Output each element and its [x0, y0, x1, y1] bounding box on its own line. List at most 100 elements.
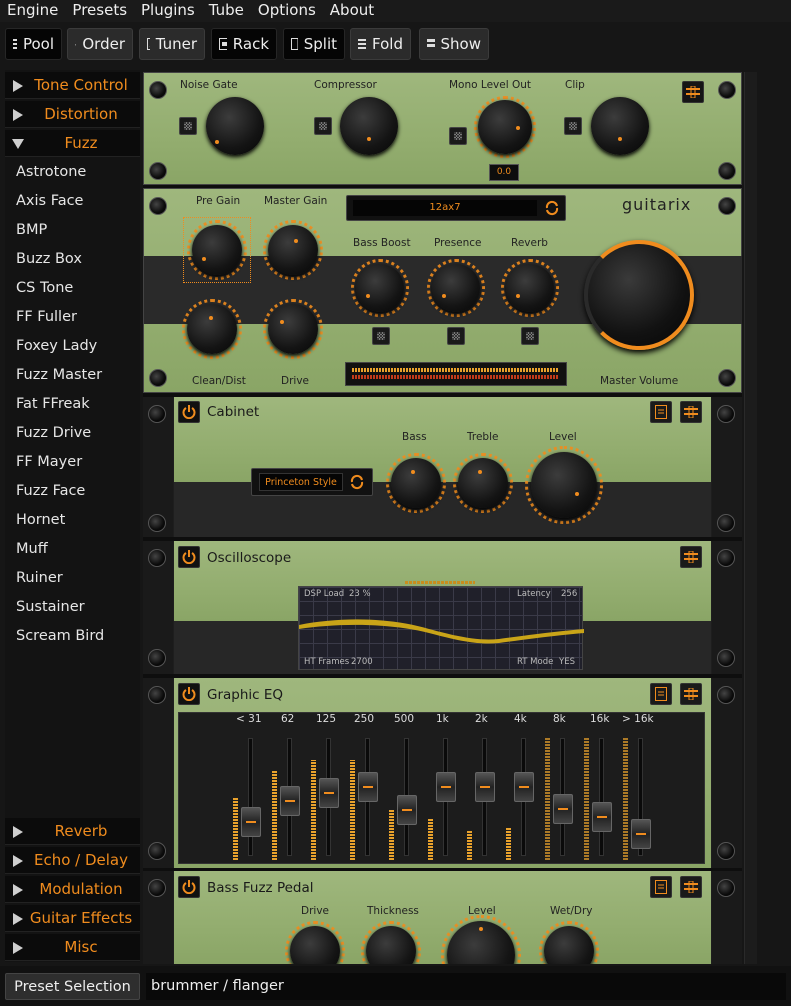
mono-level-toggle[interactable] — [449, 127, 467, 145]
order-label: Order — [82, 35, 125, 53]
pool-button[interactable]: Pool — [5, 28, 62, 60]
cabinet-bass-label: Bass — [402, 431, 427, 443]
eq-preset-button[interactable] — [650, 683, 672, 705]
noise-gate-toggle[interactable] — [179, 117, 197, 135]
category-tone-control[interactable]: Tone Control — [5, 72, 140, 99]
cabinet-bass-knob[interactable] — [391, 458, 441, 508]
eq-fader-250[interactable] — [358, 772, 378, 802]
eq-fader-31[interactable] — [241, 807, 261, 837]
tube-selector[interactable]: 12ax7 — [346, 195, 566, 221]
eq-menu-button[interactable] — [680, 683, 702, 705]
order-button[interactable]: Order — [67, 28, 133, 60]
plugin-item-fat-ffreak[interactable]: Fat FFreak — [16, 393, 90, 415]
dsp-load-value: 23 % — [349, 589, 371, 599]
menu-plugins[interactable]: Plugins — [134, 0, 202, 22]
fold-button[interactable]: Fold — [350, 28, 411, 60]
eq-fader-16k[interactable] — [592, 802, 612, 832]
screw-icon — [718, 162, 736, 180]
mono-menu-button[interactable] — [682, 81, 704, 103]
show-button[interactable]: Show — [419, 28, 489, 60]
clean-dist-knob[interactable] — [187, 304, 237, 354]
cabinet-menu-button[interactable] — [680, 401, 702, 423]
plugin-item-fuzz-master[interactable]: Fuzz Master — [16, 364, 102, 386]
plugin-item-hornet[interactable]: Hornet — [16, 509, 65, 531]
reverb-toggle[interactable] — [521, 327, 539, 345]
plugin-item-ff-mayer[interactable]: FF Mayer — [16, 451, 82, 473]
plugin-item-scream-bird[interactable]: Scream Bird — [16, 625, 104, 647]
plugin-item-ff-fuller[interactable]: FF Fuller — [16, 306, 77, 328]
pre-gain-knob[interactable] — [192, 225, 242, 275]
category-reverb[interactable]: Reverb — [5, 818, 140, 845]
plugin-item-foxey-lady[interactable]: Foxey Lady — [16, 335, 97, 357]
clip-knob[interactable] — [591, 97, 649, 155]
menu-presets[interactable]: Presets — [65, 0, 134, 22]
eq-fader-over-16k[interactable] — [631, 819, 651, 849]
gear-icon — [75, 41, 77, 47]
fuzz-power-button[interactable] — [178, 876, 200, 898]
rack-button[interactable]: Rack — [211, 28, 277, 60]
bass-boost-knob[interactable] — [356, 264, 404, 312]
tuner-button[interactable]: Tuner — [139, 28, 205, 60]
dsp-load-label: DSP Load — [304, 589, 345, 599]
screw-icon — [717, 649, 735, 667]
current-preset-name[interactable]: brummer / flanger — [146, 973, 786, 1000]
category-guitar-effects[interactable]: Guitar Effects — [5, 905, 140, 932]
cabinet-power-button[interactable] — [178, 401, 200, 423]
rack-scrollbar[interactable] — [744, 72, 757, 964]
cabinet-treble-knob[interactable] — [458, 458, 508, 508]
cabinet-level-knob[interactable] — [531, 452, 597, 518]
bass-boost-toggle[interactable] — [372, 327, 390, 345]
compressor-toggle[interactable] — [314, 117, 332, 135]
menu-options[interactable]: Options — [251, 0, 323, 22]
category-echo-delay[interactable]: Echo / Delay — [5, 847, 140, 874]
category-label: Reverb — [54, 822, 108, 840]
presence-knob[interactable] — [432, 264, 480, 312]
category-misc[interactable]: Misc — [5, 934, 140, 961]
eq-fader-4k[interactable] — [514, 772, 534, 802]
eq-fader-62[interactable] — [280, 786, 300, 816]
master-gain-knob[interactable] — [268, 225, 318, 275]
eq-fader-500[interactable] — [397, 795, 417, 825]
eq-fader-125[interactable] — [319, 778, 339, 808]
menu-about[interactable]: About — [323, 0, 381, 22]
eq-fader-1k[interactable] — [436, 772, 456, 802]
noise-gate-knob[interactable] — [206, 97, 264, 155]
pre-gain-label: Pre Gain — [196, 195, 241, 207]
plugin-item-muff[interactable]: Muff — [16, 538, 48, 560]
plugin-item-buzz-box[interactable]: Buzz Box — [16, 248, 82, 270]
plugin-item-sustainer[interactable]: Sustainer — [16, 596, 85, 618]
category-label: Misc — [64, 938, 98, 956]
menu-engine[interactable]: Engine — [0, 0, 65, 22]
eq-meter — [467, 830, 472, 860]
menu-tube[interactable]: Tube — [202, 0, 251, 22]
preset-selection-button[interactable]: Preset Selection — [5, 973, 140, 1000]
plugin-item-bmp[interactable]: BMP — [16, 219, 47, 241]
reverb-knob[interactable] — [506, 264, 554, 312]
plugin-item-ruiner[interactable]: Ruiner — [16, 567, 63, 589]
cabinet-preset-button[interactable] — [650, 401, 672, 423]
eq-fader-2k[interactable] — [475, 772, 495, 802]
plugin-item-fuzz-drive[interactable]: Fuzz Drive — [16, 422, 91, 444]
plugin-item-astrotone[interactable]: Astrotone — [16, 161, 86, 183]
cabinet-model-selector[interactable]: Princeton Style — [251, 468, 373, 496]
category-fuzz[interactable]: Fuzz — [5, 130, 140, 157]
plugin-item-fuzz-face[interactable]: Fuzz Face — [16, 480, 85, 502]
master-volume-knob[interactable] — [584, 240, 694, 350]
fuzz-menu-button[interactable] — [680, 876, 702, 898]
eq-fader-8k[interactable] — [553, 794, 573, 824]
settings-icon — [684, 551, 698, 563]
split-button[interactable]: Split — [283, 28, 345, 60]
eq-power-button[interactable] — [178, 683, 200, 705]
presence-toggle[interactable] — [447, 327, 465, 345]
drive-knob[interactable] — [268, 304, 318, 354]
compressor-knob[interactable] — [340, 97, 398, 155]
osc-menu-button[interactable] — [680, 546, 702, 568]
plugin-item-axis-face[interactable]: Axis Face — [16, 190, 83, 212]
category-distortion[interactable]: Distortion — [5, 101, 140, 128]
clip-toggle[interactable] — [564, 117, 582, 135]
category-modulation[interactable]: Modulation — [5, 876, 140, 903]
mono-level-out-knob[interactable] — [478, 100, 532, 154]
fuzz-preset-button[interactable] — [650, 876, 672, 898]
osc-power-button[interactable] — [178, 546, 200, 568]
plugin-item-cs-tone[interactable]: CS Tone — [16, 277, 73, 299]
